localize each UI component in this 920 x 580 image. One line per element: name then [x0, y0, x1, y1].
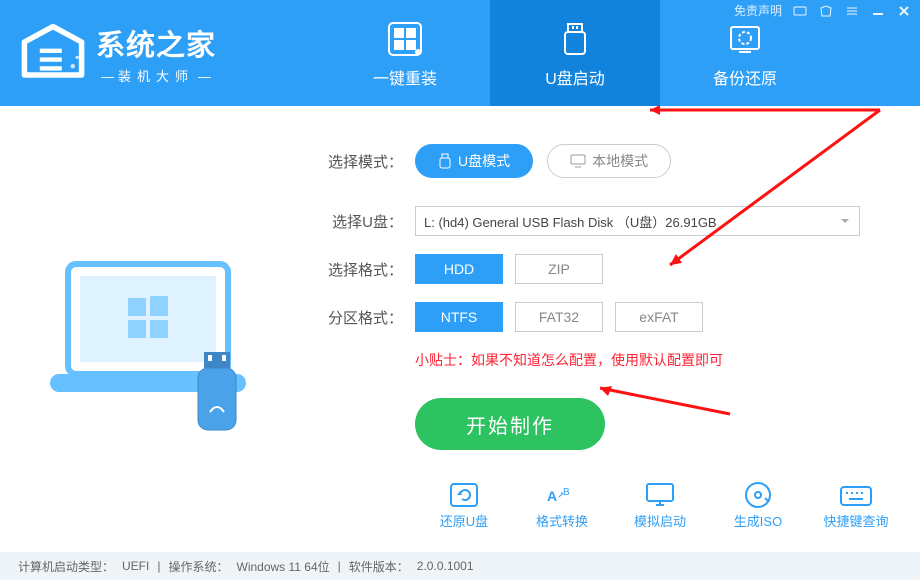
- backup-icon: [724, 17, 766, 61]
- partition-option-fat32[interactable]: FAT32: [515, 302, 603, 332]
- partition-option-ntfs[interactable]: NTFS: [415, 302, 503, 332]
- boot-type-value: UEFI: [122, 559, 149, 573]
- monitor-icon: [641, 479, 679, 511]
- titlebar-controls: 免责声明: [734, 2, 912, 19]
- partition-label: 分区格式：: [315, 307, 403, 328]
- version-label: 软件版本：: [349, 558, 409, 575]
- tool-restore-usb[interactable]: 还原U盘: [430, 479, 498, 530]
- header: 系统之家 装机大师 一键重装 U盘启动 备份还原: [0, 0, 920, 106]
- status-bar: 计算机启动类型： UEFI | 操作系统： Windows 11 64位 | 软…: [0, 552, 920, 580]
- local-mode-button[interactable]: 本地模式: [547, 144, 671, 178]
- tab-label: 备份还原: [713, 65, 777, 89]
- tab-reinstall[interactable]: 一键重装: [320, 0, 490, 106]
- feedback-icon[interactable]: [792, 3, 808, 19]
- version-value: 2.0.0.1001: [417, 559, 474, 573]
- windows-icon: [384, 17, 426, 61]
- tool-hotkey-lookup[interactable]: 快捷键查询: [822, 479, 890, 530]
- svg-text:A: A: [547, 488, 557, 504]
- format-label: 选择格式：: [315, 259, 403, 280]
- menu-icon[interactable]: [844, 3, 860, 19]
- skin-icon[interactable]: [818, 3, 834, 19]
- format-option-hdd[interactable]: HDD: [415, 254, 503, 284]
- tab-usb-boot[interactable]: U盘启动: [490, 0, 660, 106]
- brand-logo-icon: [18, 23, 88, 83]
- close-button[interactable]: [896, 3, 912, 19]
- tab-label: U盘启动: [545, 65, 605, 89]
- minimize-button[interactable]: [870, 3, 886, 19]
- tool-format-convert[interactable]: AB 格式转换: [528, 479, 596, 530]
- tab-label: 一键重装: [373, 65, 437, 89]
- usb-select-label: 选择U盘：: [315, 211, 403, 232]
- brand-subtitle: 装机大师: [96, 66, 216, 85]
- monitor-small-icon: [570, 154, 586, 168]
- keyboard-icon: [837, 479, 875, 511]
- convert-icon: AB: [543, 479, 581, 511]
- start-button[interactable]: 开始制作: [415, 398, 605, 450]
- os-label: 操作系统：: [168, 558, 228, 575]
- bottom-tools: 还原U盘 AB 格式转换 模拟启动 生成ISO 快捷键查询: [430, 479, 890, 530]
- main-content: 选择模式： U盘模式 本地模式 选择U盘： L: (hd4) General U…: [0, 106, 920, 552]
- brand: 系统之家 装机大师: [0, 0, 320, 106]
- usb-mode-button[interactable]: U盘模式: [415, 144, 533, 178]
- app-window: 系统之家 装机大师 一键重装 U盘启动 备份还原: [0, 0, 920, 580]
- os-value: Windows 11 64位: [237, 558, 330, 575]
- tool-generate-iso[interactable]: 生成ISO: [724, 479, 792, 530]
- laptop-usb-illustration: [0, 136, 315, 552]
- svg-text:B: B: [563, 487, 570, 498]
- hint-text: 小贴士：如果不知道怎么配置，使用默认配置即可: [415, 350, 860, 370]
- disc-icon: [739, 479, 777, 511]
- usb-small-icon: [438, 153, 452, 169]
- partition-option-exfat[interactable]: exFAT: [615, 302, 703, 332]
- tool-simulate-boot[interactable]: 模拟启动: [626, 479, 694, 530]
- format-option-zip[interactable]: ZIP: [515, 254, 603, 284]
- usb-select[interactable]: L: (hd4) General USB Flash Disk （U盘）26.9…: [415, 206, 860, 236]
- disclaimer-link[interactable]: 免责声明: [734, 2, 782, 19]
- boot-type-label: 计算机启动类型：: [18, 558, 114, 575]
- mode-label: 选择模式：: [315, 151, 403, 172]
- usb-icon: [554, 17, 596, 61]
- restore-icon: [445, 479, 483, 511]
- brand-title: 系统之家: [96, 22, 216, 64]
